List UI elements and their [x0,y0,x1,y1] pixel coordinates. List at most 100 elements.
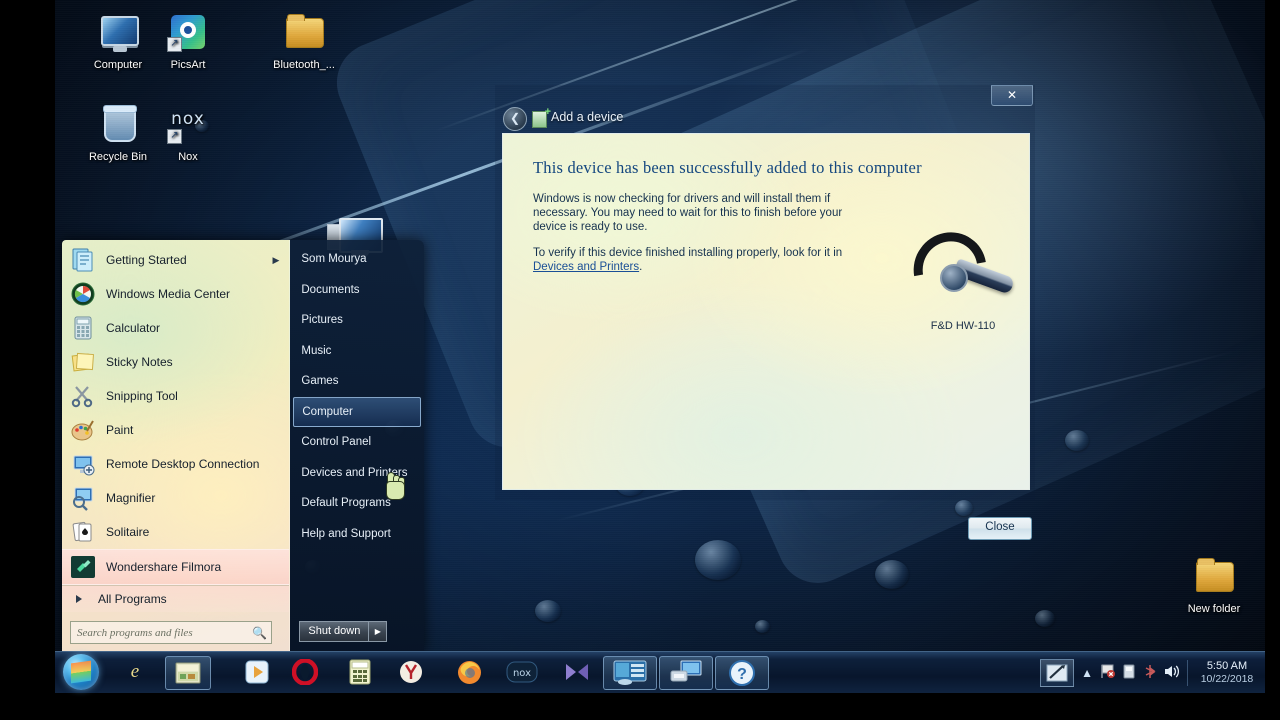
dialog-body: This device has been successfully added … [502,133,1033,540]
sidebar-item-games[interactable]: Games [290,366,424,397]
sidebar-item-control-panel[interactable]: Control Panel [290,427,424,458]
removable-media-icon[interactable] [1122,664,1136,682]
taskbar-calculator[interactable] [338,656,382,688]
start-menu-item-magnifier[interactable]: Magnifier [62,481,289,515]
right-item-label: Control Panel [301,436,372,448]
added-device: F&D HW-110 [893,218,1033,332]
volume-icon[interactable] [1164,664,1180,682]
start-button[interactable] [63,654,99,690]
media-center-icon [70,281,96,307]
start-menu-left-pane[interactable]: Getting Started ▶ Windows Media Center C… [62,240,291,652]
sidebar-item-pictures[interactable]: Pictures [290,305,424,336]
taskbar-yandex[interactable] [389,656,433,688]
close-icon[interactable]: ✕ [991,85,1033,106]
start-menu-item-getting-started[interactable]: Getting Started ▶ [62,243,289,277]
sidebar-item-computer[interactable]: Computer [293,396,421,427]
taskbar-add-a-device-window[interactable] [659,656,713,690]
water-droplet [1035,610,1055,627]
start-menu-right-pane[interactable]: Som Mourya Documents Pictures Music Game… [290,240,424,652]
firefox-icon [457,660,481,684]
start-menu-item-solitaire[interactable]: Solitaire [62,515,289,549]
tray-snipping-tool[interactable] [1040,658,1075,687]
desktop-icon-label: New folder [1187,603,1241,615]
sidebar-item-devices-and-printers[interactable]: Devices and Printers [290,458,424,489]
add-a-device-dialog[interactable]: ❮ Add a device ✕ This device has been su… [495,85,1035,540]
water-droplet [695,540,741,580]
add-device-icon [532,106,551,128]
sidebar-item-help-and-support[interactable]: Help and Support [290,519,424,550]
sidebar-item-som-mourya[interactable]: Som Mourya [290,244,424,275]
bluetooth-headset-icon [899,218,1018,320]
water-droplet [875,560,909,589]
remote-desktop-icon [70,451,96,477]
search-input[interactable] [71,625,252,640]
taskbar-firefox[interactable] [447,656,491,688]
paint-icon [70,417,96,443]
clock[interactable]: 5:50 AM 10/22/2018 [1187,659,1262,686]
right-item-label: Games [301,375,339,387]
taskbar-nox[interactable]: nox [500,656,544,688]
close-button[interactable]: Close [968,517,1032,540]
desktop-icon-label: Nox [178,151,198,163]
all-programs-label: All Programs [98,592,167,606]
shut-down-button[interactable]: Shut down ▶ [299,621,388,642]
start-menu-item-label: Solitaire [106,525,150,539]
show-hidden-icons-chevron-icon[interactable]: ▲ [1081,666,1093,680]
sidebar-item-music[interactable]: Music [290,336,424,367]
start-menu-item-wondershare-filmora[interactable]: Wondershare Filmora [62,549,290,585]
dialog-heading: This device has been successfully added … [533,158,922,177]
solitaire-icon [70,519,96,545]
start-menu-item-sticky-notes[interactable]: Sticky Notes [62,345,289,379]
desktop-icon-new-folder[interactable]: New folder [1175,556,1253,616]
back-arrow-icon[interactable]: ❮ [503,107,527,131]
taskbar-paint-window[interactable] [165,656,211,690]
taskbar-opera[interactable] [283,656,327,688]
start-menu-item-remote-desktop-connection[interactable]: Remote Desktop Connection [62,447,289,481]
kmplayer-icon [566,664,588,680]
system-tray[interactable]: ▲ 5:50 AM 10/22/2018 [1033,652,1262,693]
start-menu-search-box[interactable]: 🔍 [70,621,272,644]
start-menu[interactable]: Getting Started ▶ Windows Media Center C… [62,240,424,652]
triangle-right-icon [76,595,82,603]
desktop-icon-recycle-bin[interactable]: Recycle Bin [79,104,157,164]
taskbar-media-player[interactable] [235,656,279,688]
right-item-label: Music [301,344,332,357]
desktop-icon-bluetooth-folder[interactable]: Bluetooth_... [265,12,343,72]
taskbar-kmplayer[interactable] [555,656,599,688]
shut-down-label: Shut down [299,621,370,642]
right-item-label: Computer [302,405,353,418]
taskbar-help-and-support-window[interactable]: ? [715,656,769,690]
start-menu-all-programs[interactable]: All Programs [62,585,290,612]
devices-and-printers-link[interactable]: Devices and Printers [533,261,639,273]
shut-down-options-arrow-icon[interactable]: ▶ [369,621,388,642]
sidebar-item-documents[interactable]: Documents [290,275,424,306]
dialog-paragraph-2-suffix: . [639,261,643,274]
start-menu-item-calculator[interactable]: Calculator [62,311,289,345]
screen: Computer ↗ PicsArt Bluetooth_... Recycle… [0,0,1280,720]
clock-date: 10/22/2018 [1200,672,1254,685]
desktop-icon-nox[interactable]: nox ↗ Nox [149,104,227,164]
start-menu-item-snipping-tool[interactable]: Snipping Tool [62,379,289,413]
calculator-icon [70,315,96,341]
device-name: F&D HW-110 [930,320,996,332]
action-center-flag-icon[interactable] [1100,664,1115,682]
getting-started-icon [70,247,96,273]
taskbar[interactable]: e nox ? ▲ 5:50 AM 10/22/2018 [55,651,1265,693]
dialog-paragraph-2-text: To verify if this device finished instal… [533,247,843,259]
folder-icon [1191,556,1237,600]
taskbar-internet-explorer[interactable]: e [113,656,157,688]
bluetooth-tray-icon[interactable] [1143,664,1157,682]
sticky-notes-icon [70,349,96,375]
start-menu-item-paint[interactable]: Paint [62,413,289,447]
dialog-title-bar[interactable]: ❮ Add a device ✕ [495,85,1035,133]
windows-logo-icon [71,660,91,684]
desktop-icon-computer[interactable]: Computer [79,12,157,72]
desktop-icon-picsart[interactable]: ↗ PicsArt [149,12,227,72]
start-menu-item-windows-media-center[interactable]: Windows Media Center [62,277,289,311]
start-menu-item-label: Magnifier [106,491,156,505]
media-player-icon [245,660,269,684]
recycle-bin-icon [95,104,141,148]
taskbar-devices-and-printers-window[interactable] [603,656,657,690]
start-menu-item-label: Sticky Notes [106,355,173,369]
sidebar-item-default-programs[interactable]: Default Programs [290,488,424,519]
